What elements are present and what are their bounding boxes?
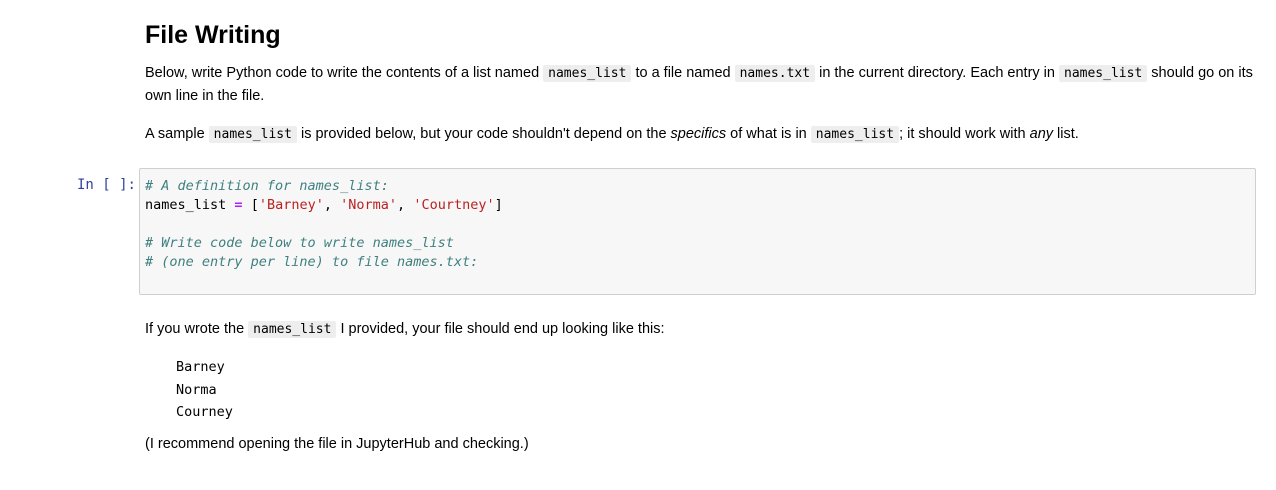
- result-paragraph: If you wrote the names_list I provided, …: [145, 318, 1255, 341]
- markdown-cell-result[interactable]: If you wrote the names_list I provided, …: [145, 318, 1255, 455]
- string-token: 'Barney': [258, 197, 324, 213]
- text: of what is in: [726, 126, 811, 142]
- text: is provided below, but your code shouldn…: [296, 126, 671, 142]
- operator-token: =: [234, 197, 243, 213]
- sample-paragraph: A sample names_list is provided below, b…: [145, 123, 1255, 146]
- emphasis: specifics: [670, 126, 727, 142]
- file-line: Barney: [176, 359, 225, 375]
- text: A sample: [145, 126, 209, 142]
- text: list.: [1053, 126, 1079, 142]
- inline-code: names.txt: [734, 65, 816, 82]
- emphasis: any: [1029, 126, 1054, 142]
- bracket-token: ]: [494, 197, 503, 213]
- inline-code: names_list: [810, 126, 900, 143]
- text: Below, write Python code to write the co…: [145, 65, 544, 81]
- string-token: 'Norma': [340, 197, 398, 213]
- instructions-paragraph: Below, write Python code to write the co…: [145, 62, 1255, 107]
- code-line-5: # (one entry per line) to file names.txt…: [145, 254, 479, 270]
- file-line: Norma: [176, 381, 217, 398]
- text: to a file named: [631, 65, 735, 81]
- file-line: Courney: [176, 404, 233, 420]
- comma-token: ,: [397, 197, 414, 213]
- text: I provided, your file should end up look…: [336, 321, 665, 337]
- string-token: 'Courtney': [413, 197, 495, 213]
- code-line-1: # A definition for names_list:: [145, 178, 389, 194]
- bracket-token: [: [250, 197, 259, 213]
- code-line-4: # Write code below to write names_list: [145, 235, 454, 251]
- recommend-paragraph: (I recommend opening the file in Jupyter…: [145, 435, 529, 452]
- inline-code: names_list: [248, 321, 337, 338]
- input-prompt: In [ ]:: [76, 177, 136, 193]
- text: ; it should work with: [899, 126, 1030, 142]
- section-heading: File Writing: [145, 21, 281, 49]
- inline-code: names_list: [1059, 65, 1148, 82]
- inline-code: names_list: [543, 65, 632, 82]
- text: If you wrote the: [145, 321, 249, 337]
- text: in the current directory. Each entry in: [815, 65, 1059, 81]
- comma-token: ,: [323, 197, 341, 213]
- file-contents-block: Barney Norma Courney: [176, 356, 1255, 424]
- var-token: names_list: [145, 197, 227, 213]
- markdown-cell-intro[interactable]: File Writing Below, write Python code to…: [145, 18, 1255, 146]
- code-cell-editor[interactable]: # A definition for names_list: names_lis…: [139, 168, 1256, 295]
- inline-code: names_list: [208, 126, 297, 143]
- code-line-2: names_list = ['Barney', 'Norma', 'Courtn…: [145, 196, 1250, 215]
